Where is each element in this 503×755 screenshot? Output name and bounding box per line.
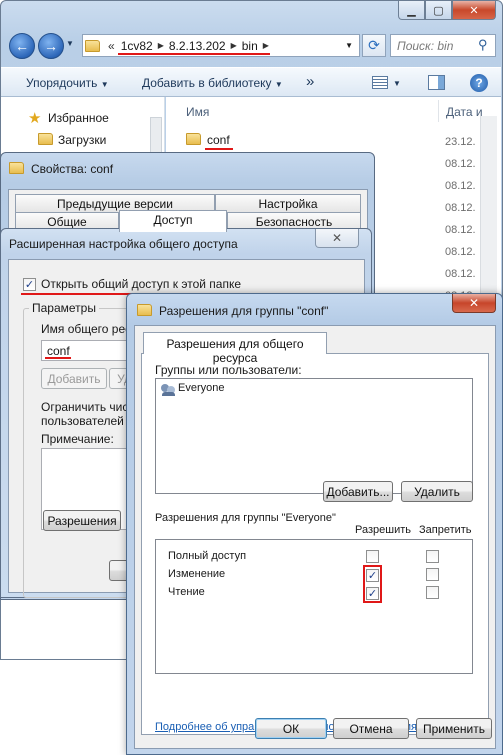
file-underline-annotation	[205, 148, 233, 150]
share-name-underline-annotation	[45, 357, 71, 359]
allow-highlight-annotation	[363, 565, 382, 603]
permissions-table: Полный доступ Изменение ✓ Чтение ✓	[155, 539, 473, 674]
share-folder-checkbox[interactable]: ✓	[23, 277, 36, 291]
add-button[interactable]: Добавить...	[323, 481, 393, 502]
checkbox-icon	[426, 586, 439, 599]
date-cell: 08.12.	[445, 268, 476, 280]
permission-row-label: Полный доступ	[168, 550, 247, 562]
chevron-down-icon: ▼	[100, 80, 109, 89]
deny-full-control-checkbox[interactable]	[426, 550, 439, 566]
permissions-for-label: Разрешения для группы "Everyone"	[155, 512, 336, 524]
checkmark-icon: ✓	[23, 278, 36, 291]
breadcrumb-arrow-icon[interactable]: ▶	[158, 41, 164, 50]
more-commands-button[interactable]: »	[306, 73, 314, 90]
view-options-icon[interactable]	[372, 76, 388, 89]
refresh-button[interactable]: ⟳	[362, 34, 386, 57]
date-cell: 08.12.	[445, 158, 476, 170]
forward-button[interactable]: →	[38, 33, 64, 59]
deny-change-checkbox[interactable]	[426, 568, 439, 584]
tab-sharing[interactable]: Доступ	[119, 210, 227, 232]
allow-full-control-checkbox[interactable]	[366, 550, 379, 566]
back-button[interactable]: ←	[9, 33, 35, 59]
search-icon: ⚲	[478, 37, 488, 52]
deny-read-checkbox[interactable]	[426, 586, 439, 602]
permissions-title: Разрешения для группы "conf"	[159, 304, 329, 318]
window-controls: ▁ ▢ ✕	[398, 1, 496, 21]
preview-pane-icon[interactable]	[428, 75, 445, 90]
column-header-name[interactable]: Имя	[186, 105, 209, 119]
permission-row-label: Чтение	[168, 586, 205, 598]
checkbox-icon	[426, 568, 439, 581]
permissions-body: Разрешения для общего ресурса Группы или…	[134, 325, 496, 749]
favorites-label[interactable]: Избранное	[48, 111, 109, 125]
folder-icon	[137, 304, 152, 319]
share-folder-label[interactable]: Открыть общий доступ к этой папке	[41, 277, 241, 291]
limit-users-text: Ограничить числ	[41, 400, 136, 414]
forward-arrow-icon: →	[44, 38, 58, 54]
breadcrumb-item[interactable]: 1cv82	[121, 39, 153, 53]
cancel-button[interactable]: Отмена	[333, 718, 409, 739]
permissions-button[interactable]: Разрешения	[43, 510, 121, 531]
folder-icon	[9, 162, 24, 177]
breadcrumb-item[interactable]: 8.2.13.202	[169, 39, 226, 53]
permission-row-label: Изменение	[168, 568, 226, 580]
nav-item-downloads[interactable]: Загрузки	[58, 133, 106, 147]
tab-share-permissions[interactable]: Разрешения для общего ресурса	[143, 332, 327, 365]
close-button[interactable]: ✕	[315, 229, 359, 248]
users-icon	[161, 382, 175, 396]
ok-button[interactable]: ОК	[255, 718, 327, 739]
remove-button[interactable]: Удалить	[401, 481, 473, 502]
address-dropdown-icon[interactable]: ▼	[345, 41, 353, 50]
maximize-button[interactable]: ▢	[425, 1, 452, 20]
checkbox-icon	[426, 550, 439, 563]
column-deny: Запретить	[419, 524, 472, 536]
date-cell: 08.12.	[445, 246, 476, 258]
date-cell: 08.12.	[445, 224, 476, 236]
file-item-name[interactable]: conf	[207, 133, 230, 147]
breadcrumb-arrow-icon[interactable]: ▶	[263, 41, 269, 50]
help-icon[interactable]: ?	[470, 74, 488, 92]
note-label: Примечание:	[41, 432, 114, 446]
close-icon: ✕	[468, 296, 480, 310]
groups-list[interactable]: Everyone	[155, 378, 473, 494]
include-library-menu[interactable]: Добавить в библиотеку ▼	[142, 76, 283, 90]
downloads-folder-icon	[38, 133, 53, 148]
close-button[interactable]: ✕	[452, 1, 496, 20]
chevron-down-icon[interactable]: ▼	[393, 79, 401, 88]
add-share-button[interactable]: Добавить	[41, 368, 107, 389]
chevron-down-icon: ▼	[274, 80, 283, 89]
close-button[interactable]: ✕	[452, 294, 496, 313]
parameters-group-title: Параметры	[29, 301, 99, 315]
column-allow: Разрешить	[355, 524, 411, 536]
nav-scrollbar[interactable]	[150, 117, 162, 157]
properties-title: Свойства: conf	[31, 162, 114, 176]
share-name-value: conf	[47, 344, 70, 358]
breadcrumb-overflow[interactable]: «	[108, 39, 115, 53]
permissions-dialog: Разрешения для группы "conf" ✕ Разрешени…	[126, 293, 503, 755]
groups-label: Группы или пользователи:	[155, 363, 302, 377]
limit-users-text: пользователей д	[41, 414, 135, 428]
folder-icon	[186, 133, 201, 148]
folder-icon	[85, 39, 100, 52]
date-cell: 23.12.	[445, 136, 476, 148]
apply-button[interactable]: Применить	[416, 718, 492, 739]
back-arrow-icon: ←	[15, 38, 29, 54]
date-cell: 08.12.	[445, 180, 476, 192]
organize-menu[interactable]: Упорядочить ▼	[26, 76, 109, 90]
address-underline-annotation	[118, 53, 270, 55]
tab-customize[interactable]: Настройка	[215, 194, 361, 214]
refresh-icon: ⟳	[368, 37, 380, 53]
column-divider[interactable]	[438, 100, 439, 122]
column-header-date[interactable]: Дата и	[446, 105, 483, 119]
group-item-everyone[interactable]: Everyone	[178, 382, 224, 394]
minimize-button[interactable]: ▁	[398, 1, 425, 20]
advanced-sharing-title: Расширенная настройка общего доступа	[9, 237, 238, 251]
date-cell: 08.12.	[445, 202, 476, 214]
breadcrumb-arrow-icon[interactable]: ▶	[231, 41, 237, 50]
checkbox-icon	[366, 550, 379, 563]
breadcrumb-item[interactable]: bin	[242, 39, 258, 53]
star-icon: ★	[28, 109, 42, 127]
recent-pages-chevron-icon[interactable]: ▼	[66, 39, 74, 48]
